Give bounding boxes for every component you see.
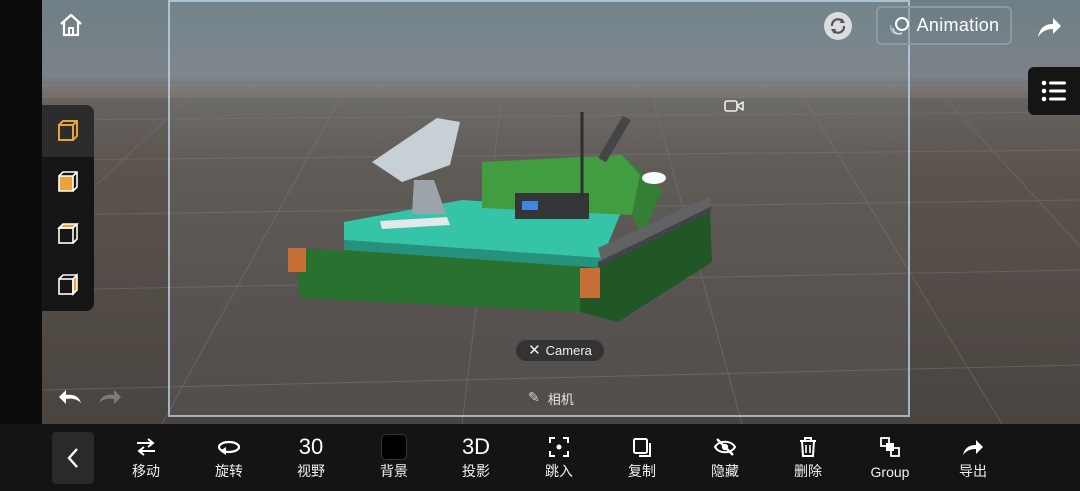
refresh-icon bbox=[830, 18, 846, 34]
animation-icon bbox=[889, 16, 909, 35]
left-edge-bar bbox=[0, 0, 42, 424]
animation-button[interactable]: Animation bbox=[876, 6, 1012, 45]
refresh-button[interactable] bbox=[824, 12, 852, 40]
view-left-button[interactable] bbox=[42, 260, 94, 312]
view-top-button[interactable] bbox=[42, 208, 94, 260]
pencil-icon: ✎ bbox=[528, 390, 540, 406]
projection-tool[interactable]: 3D 投影 bbox=[441, 430, 511, 488]
home-icon bbox=[60, 13, 82, 37]
undo-button[interactable] bbox=[56, 384, 84, 410]
group-icon bbox=[880, 437, 900, 457]
view-panel bbox=[42, 105, 94, 311]
home-button[interactable] bbox=[56, 10, 86, 40]
delete-label: 删除 bbox=[794, 464, 822, 480]
projection-label: 投影 bbox=[462, 464, 490, 480]
view-cube-top-icon bbox=[57, 222, 79, 244]
camera-pill-label: Camera bbox=[545, 343, 592, 358]
eye-off-icon bbox=[713, 438, 737, 456]
hide-label: 隐藏 bbox=[711, 464, 739, 480]
jump-in-label: 跳入 bbox=[545, 464, 573, 480]
rotate-tool[interactable]: 旋转 bbox=[194, 430, 264, 488]
share-icon bbox=[1038, 18, 1061, 37]
fov-value: 30 bbox=[298, 434, 324, 459]
camera-name-text: 相机 bbox=[547, 392, 574, 408]
delete-tool[interactable]: 删除 bbox=[773, 430, 843, 488]
fov-label: 视野 bbox=[297, 464, 325, 480]
background-tool[interactable]: 背景 bbox=[359, 430, 429, 488]
view-front-button[interactable] bbox=[42, 105, 94, 157]
move-arrows-icon bbox=[137, 438, 155, 456]
projection-value: 3D bbox=[461, 434, 491, 459]
chevron-left-icon bbox=[67, 448, 78, 468]
fov-tool[interactable]: 30 视野 bbox=[276, 430, 346, 488]
rotate-label: 旋转 bbox=[215, 464, 243, 480]
undo-icon bbox=[59, 390, 81, 404]
group-tool[interactable]: Group bbox=[855, 430, 925, 488]
redo-button[interactable] bbox=[96, 384, 124, 410]
export-label: 导出 bbox=[959, 464, 987, 480]
export-share-icon bbox=[963, 440, 983, 455]
trash-icon bbox=[800, 437, 816, 457]
move-label: 移动 bbox=[132, 464, 160, 480]
focus-frame-icon bbox=[549, 437, 569, 457]
background-color-swatch bbox=[381, 434, 407, 460]
group-label: Group bbox=[870, 464, 910, 480]
view-cube-left-icon bbox=[58, 273, 78, 297]
redo-icon bbox=[99, 390, 121, 404]
outline-menu-button[interactable] bbox=[1028, 67, 1080, 115]
rotate-icon bbox=[217, 440, 241, 455]
export-tool[interactable]: 导出 bbox=[938, 430, 1008, 488]
close-icon[interactable]: ✕ bbox=[528, 343, 541, 358]
view-cube-front-icon bbox=[58, 119, 78, 141]
camera-name-label[interactable]: ✎ 相机 bbox=[528, 388, 574, 408]
background-label: 背景 bbox=[380, 464, 408, 480]
video-camera-icon bbox=[724, 100, 744, 112]
bottom-toolbar: 移动 旋转 30 视野 背景 3D 投影 跳入 复制 隐藏 删除 Group 导… bbox=[0, 424, 1080, 491]
move-tool[interactable]: 移动 bbox=[111, 430, 181, 488]
animation-label: Animation bbox=[916, 15, 1000, 35]
share-button[interactable] bbox=[1034, 12, 1064, 42]
back-button[interactable] bbox=[52, 432, 94, 484]
copy-label: 复制 bbox=[628, 464, 656, 480]
camera-pill[interactable]: ✕ Camera bbox=[516, 340, 604, 361]
hide-tool[interactable]: 隐藏 bbox=[690, 430, 760, 488]
view-cube-right-icon bbox=[58, 171, 78, 193]
list-menu-icon bbox=[1041, 80, 1066, 102]
jump-in-tool[interactable]: 跳入 bbox=[524, 430, 594, 488]
camera-marker[interactable] bbox=[722, 97, 746, 115]
copy-icon bbox=[633, 438, 651, 457]
copy-tool[interactable]: 复制 bbox=[607, 430, 677, 488]
view-right-button[interactable] bbox=[42, 157, 94, 209]
